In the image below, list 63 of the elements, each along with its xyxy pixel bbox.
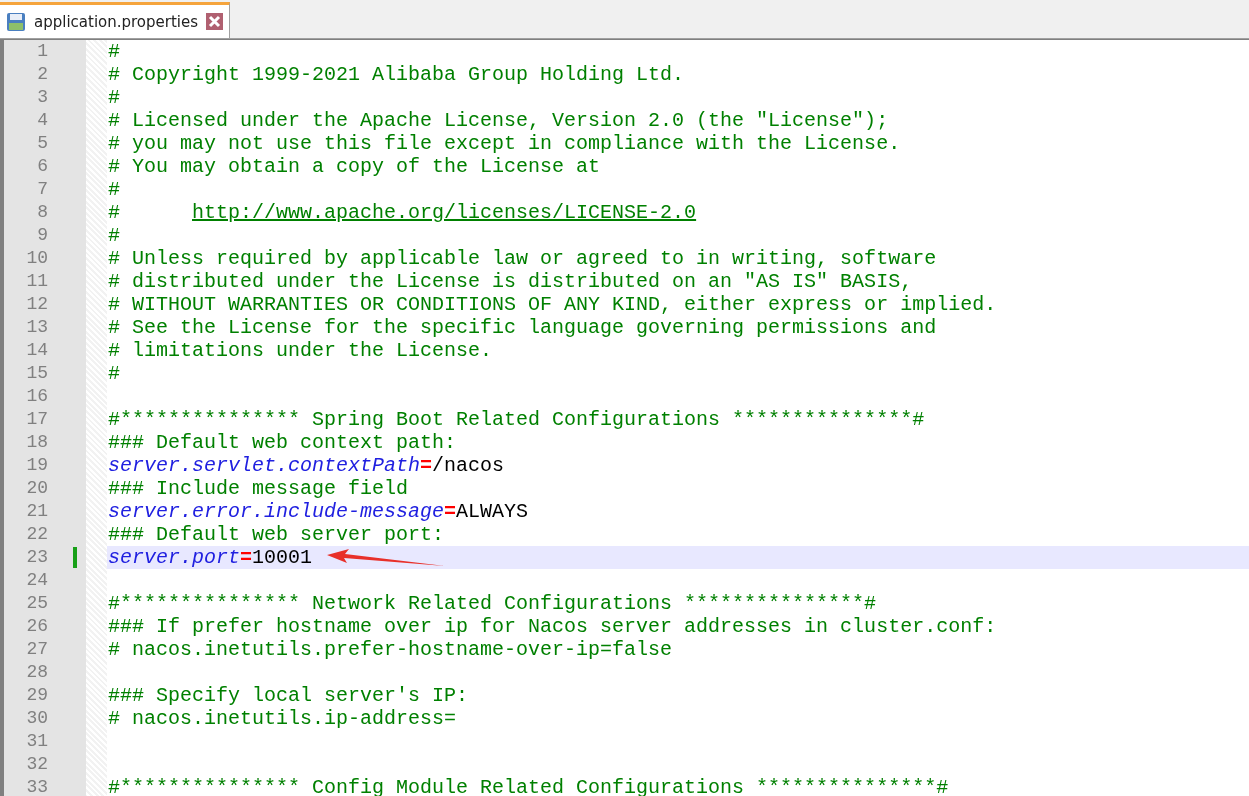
line-number: 6 bbox=[36, 155, 48, 178]
line-number: 17 bbox=[25, 408, 48, 431]
url-link[interactable]: http://www.apache.org/licenses/LICENSE-2.0 bbox=[192, 201, 697, 224]
line-number: 16 bbox=[25, 385, 48, 408]
line-number: 7 bbox=[36, 178, 48, 201]
line-number: 5 bbox=[36, 132, 48, 155]
comment-line: # WITHOUT WARRANTIES OR CONDITIONS OF ANY KIND, either express or implied. bbox=[108, 293, 997, 316]
line-number: 25 bbox=[25, 592, 48, 615]
comment-line: # Licensed under the Apache License, Version 2.0 (the "License"); bbox=[108, 109, 889, 132]
line-number: 9 bbox=[36, 224, 48, 247]
line-number: 1 bbox=[36, 40, 48, 63]
line-number: 23 bbox=[25, 546, 48, 569]
line-number: 27 bbox=[25, 638, 48, 661]
property-line: server.error.include-message=ALWAYS bbox=[108, 500, 529, 523]
comment-line: #*************** Network Related Configurations ***************# bbox=[108, 592, 877, 615]
line-number: 11 bbox=[25, 270, 48, 293]
line-number: 21 bbox=[25, 500, 48, 523]
line-number: 18 bbox=[25, 431, 48, 454]
file-tab[interactable]: application.properties bbox=[0, 2, 231, 38]
line-number: 4 bbox=[36, 109, 48, 132]
line-number: 24 bbox=[25, 569, 48, 592]
comment-line: # bbox=[108, 362, 120, 385]
comment-line: # limitations under the License. bbox=[108, 339, 493, 362]
comment-line: ### Include message field bbox=[108, 477, 409, 500]
comment-marker: # bbox=[108, 201, 121, 224]
line-number: 22 bbox=[25, 523, 48, 546]
line-number: 2 bbox=[36, 63, 48, 86]
comment-line: # you may not use this file except in compliance with the License. bbox=[108, 132, 901, 155]
comment-line: # nacos.inetutils.prefer-hostname-over-ip=false bbox=[108, 638, 673, 661]
comment-line: # Copyright 1999-2021 Alibaba Group Holding Ltd. bbox=[108, 63, 685, 86]
close-icon[interactable] bbox=[206, 13, 224, 30]
line-number: 12 bbox=[25, 293, 48, 316]
line-number: 30 bbox=[25, 707, 48, 730]
comment-line: # bbox=[108, 224, 120, 247]
comment-line: # bbox=[108, 40, 120, 63]
line-number: 14 bbox=[25, 339, 48, 362]
line-number: 29 bbox=[25, 684, 48, 707]
comment-line: #*************** Spring Boot Related Configurations ***************# bbox=[108, 408, 925, 431]
line-number: 32 bbox=[25, 753, 48, 776]
comment-line: # bbox=[108, 178, 120, 201]
comment-line: ### Default web server port: bbox=[108, 523, 445, 546]
comment-line: # See the License for the specific language governing permissions and bbox=[108, 316, 937, 339]
property-line: server.servlet.contextPath=/nacos bbox=[108, 454, 505, 477]
comment-line: ### If prefer hostname over ip for Nacos server addresses in cluster.conf: bbox=[108, 615, 997, 638]
comment-line: ### Specify local server's IP: bbox=[108, 684, 469, 707]
property-line: server.port=10001 bbox=[108, 546, 313, 569]
line-number: 10 bbox=[25, 247, 48, 270]
line-number: 33 bbox=[25, 776, 48, 796]
line-number: 28 bbox=[25, 661, 48, 684]
comment-line: # distributed under the License is distributed on an "AS IS" BASIS, bbox=[108, 270, 913, 293]
line-number: 20 bbox=[25, 477, 48, 500]
comment-line: # nacos.inetutils.ip-address= bbox=[108, 707, 457, 730]
comment-line: # Unless required by applicable law or agreed to in writing, software bbox=[108, 247, 937, 270]
line-number: 31 bbox=[25, 730, 48, 753]
comment-line: # You may obtain a copy of the License at bbox=[108, 155, 601, 178]
comment-line: ### Default web context path: bbox=[108, 431, 457, 454]
line-number: 26 bbox=[25, 615, 48, 638]
line-number: 3 bbox=[36, 86, 48, 109]
line-number: 19 bbox=[25, 454, 48, 477]
line-number: 13 bbox=[25, 316, 48, 339]
line-number: 15 bbox=[25, 362, 48, 385]
comment-line: # bbox=[108, 86, 120, 109]
line-number: 8 bbox=[36, 201, 48, 224]
